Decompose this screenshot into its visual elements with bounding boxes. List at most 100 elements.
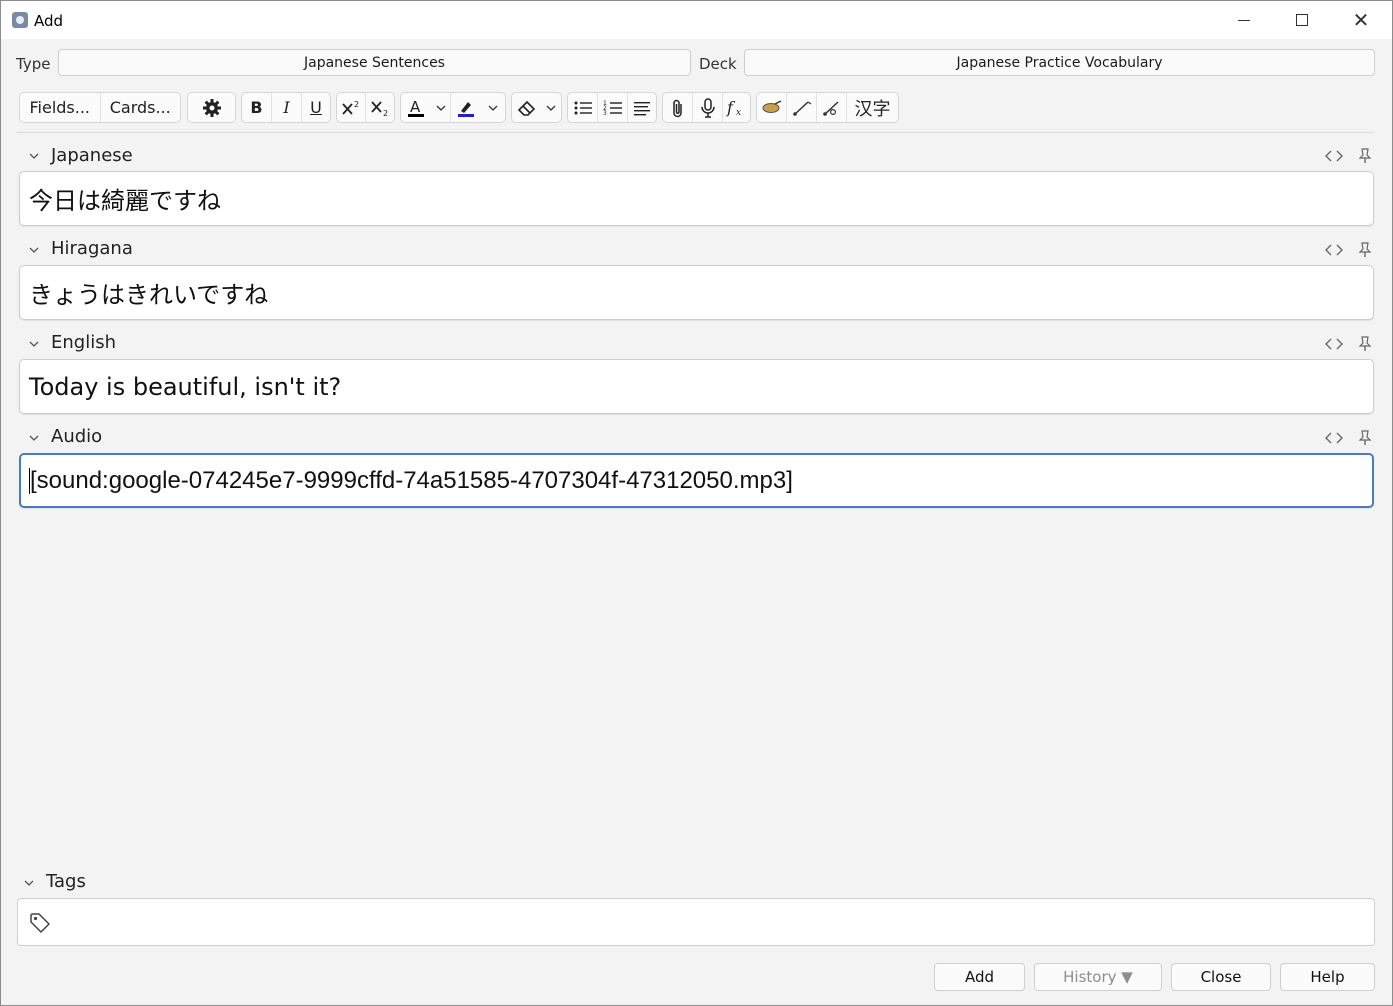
- numbered-list-button[interactable]: 1 2 3: [598, 93, 628, 122]
- field-label-audio: Audio: [51, 426, 103, 447]
- highlight-color-button[interactable]: [451, 93, 481, 122]
- html-editor-icon[interactable]: [1324, 149, 1344, 163]
- cards-button[interactable]: Cards...: [101, 93, 181, 122]
- superscript-button[interactable]: 2: [337, 93, 366, 122]
- svg-text:2: 2: [383, 109, 388, 117]
- pin-icon[interactable]: [1358, 148, 1372, 164]
- toolbar-group-options: [187, 92, 236, 123]
- deck-chooser[interactable]: Japanese Practice Vocabulary: [744, 49, 1375, 76]
- math-button[interactable]: f x: [723, 93, 750, 122]
- svg-text:A: A: [410, 98, 421, 116]
- attach-button[interactable]: [663, 93, 693, 122]
- options-button[interactable]: [188, 93, 235, 122]
- gear-icon: [202, 98, 221, 117]
- bullet-list-button[interactable]: [568, 93, 598, 122]
- italic-button[interactable]: I: [272, 93, 302, 122]
- toolbar-group-color: A: [400, 92, 506, 123]
- maximize-button[interactable]: [1273, 1, 1331, 39]
- field-tools-audio: [1324, 430, 1372, 446]
- close-window-button[interactable]: ✕: [1332, 1, 1390, 39]
- add-note-window: Add ✕ Type Japanese Sentences Deck Japan…: [0, 0, 1393, 1006]
- field-input-hiragana[interactable]: きょうはきれいですね: [19, 265, 1374, 320]
- align-button[interactable]: [628, 93, 656, 122]
- field-input-english[interactable]: Today is beautiful, isn't it?: [19, 359, 1374, 414]
- tag-icon: [30, 913, 50, 933]
- field-label-english: English: [51, 332, 116, 353]
- brush-button[interactable]: [757, 93, 787, 122]
- tags-label: Tags: [46, 871, 86, 892]
- numbered-list-icon: 1 2 3: [603, 100, 622, 117]
- superscript-icon: 2: [342, 100, 359, 115]
- app-icon: [12, 12, 28, 28]
- collapse-japanese-icon[interactable]: [28, 150, 40, 162]
- html-editor-icon[interactable]: [1324, 243, 1344, 257]
- toolbar-group-media: f x: [662, 92, 751, 123]
- close-icon: ✕: [1352, 8, 1370, 32]
- minimize-button[interactable]: [1215, 1, 1273, 39]
- toolbar-group-lists: 1 2 3: [567, 92, 657, 123]
- bold-icon: B: [250, 98, 263, 117]
- furigana-add-button[interactable]: [787, 93, 817, 122]
- close-button[interactable]: Close: [1171, 963, 1271, 991]
- bullet-list-icon: [574, 101, 592, 114]
- furigana-remove-icon: [822, 100, 839, 116]
- chevron-down-icon: [488, 105, 498, 111]
- collapse-audio-icon[interactable]: [28, 432, 40, 444]
- text-color-button[interactable]: A: [401, 93, 431, 122]
- collapse-english-icon[interactable]: [28, 338, 40, 350]
- align-icon: [634, 101, 650, 115]
- svg-text:x: x: [736, 108, 741, 118]
- remove-format-dropdown[interactable]: [541, 93, 561, 122]
- audio-field-text: [sound:google-074245e7-9999cffd-74a51585…: [30, 466, 793, 494]
- field-tools-hiragana: [1324, 242, 1372, 258]
- italic-icon: I: [283, 98, 290, 117]
- chevron-down-icon: [546, 105, 556, 111]
- note-type-chooser[interactable]: Japanese Sentences: [58, 49, 691, 76]
- collapse-tags-icon[interactable]: [23, 877, 35, 889]
- field-input-japanese[interactable]: 今日は綺麗ですね: [19, 171, 1374, 226]
- fields-button[interactable]: Fields...: [20, 93, 101, 122]
- toolbar-group-format: B I U: [241, 92, 331, 123]
- tags-editor[interactable]: [17, 898, 1375, 946]
- highlight-icon: [458, 101, 474, 117]
- subscript-icon: 2: [371, 100, 388, 117]
- add-button[interactable]: Add: [934, 963, 1025, 991]
- toolbar-group-eraser: [511, 92, 562, 123]
- help-button[interactable]: Help: [1280, 963, 1375, 991]
- highlight-color-dropdown[interactable]: [481, 93, 505, 122]
- title-bar: Add ✕: [1, 1, 1392, 39]
- history-button[interactable]: History ▼: [1034, 963, 1162, 991]
- field-input-audio[interactable]: [sound:google-074245e7-9999cffd-74a51585…: [19, 453, 1374, 508]
- brush-icon: [762, 99, 781, 113]
- pin-icon[interactable]: [1358, 242, 1372, 258]
- svg-text:3: 3: [603, 110, 607, 117]
- html-editor-icon[interactable]: [1324, 337, 1344, 351]
- minimize-icon: [1238, 19, 1250, 21]
- toolbar-divider: [17, 132, 1374, 133]
- field-tools-japanese: [1324, 148, 1372, 164]
- underline-icon: U: [310, 98, 322, 117]
- pin-icon[interactable]: [1358, 430, 1372, 446]
- chevron-down-icon: [436, 105, 445, 111]
- svg-text:f: f: [726, 98, 736, 117]
- text-color-dropdown[interactable]: [431, 93, 451, 122]
- field-label-hiragana: Hiragana: [51, 238, 133, 259]
- text-color-icon: A: [408, 98, 424, 117]
- eraser-icon: [517, 100, 535, 116]
- field-label-japanese: Japanese: [51, 145, 133, 166]
- furigana-remove-button[interactable]: [817, 93, 847, 122]
- pin-icon[interactable]: [1358, 336, 1372, 352]
- window-title: Add: [34, 12, 64, 30]
- underline-button[interactable]: U: [302, 93, 330, 122]
- record-audio-button[interactable]: [693, 93, 723, 122]
- type-label: Type: [16, 55, 51, 73]
- collapse-hiragana-icon[interactable]: [28, 244, 40, 256]
- kanji-button[interactable]: 汉字: [847, 93, 898, 122]
- bold-button[interactable]: B: [242, 93, 272, 122]
- html-editor-icon[interactable]: [1324, 431, 1344, 445]
- paperclip-icon: [672, 99, 682, 117]
- function-icon: f x: [726, 98, 741, 118]
- deck-label: Deck: [699, 55, 737, 73]
- remove-format-button[interactable]: [512, 93, 541, 122]
- subscript-button[interactable]: 2: [366, 93, 394, 122]
